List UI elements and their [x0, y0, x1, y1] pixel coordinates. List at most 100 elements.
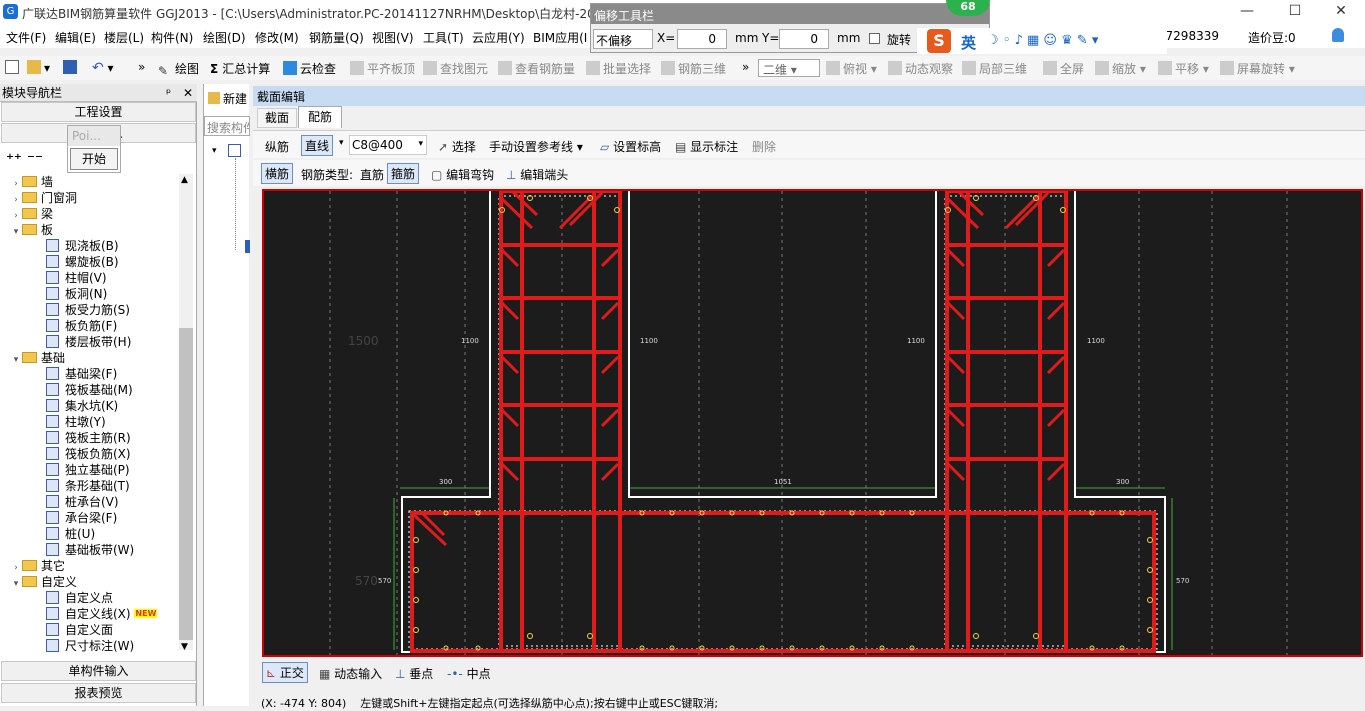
menu-floor[interactable]: 楼层(L) [104, 29, 144, 46]
ime-lang[interactable]: 英 [961, 32, 976, 53]
tree-leaf-5[interactable]: 螺旋板(B) [0, 254, 175, 270]
tree-leaf-4[interactable]: 现浇板(B) [0, 238, 175, 254]
offset-mode-select[interactable]: 不偏移 [593, 29, 653, 49]
menu-edit[interactable]: 编辑(E) [55, 29, 96, 46]
pin-icon[interactable]: ᵖ [166, 84, 171, 102]
tree-leaf-22[interactable]: 桩(U) [0, 526, 175, 542]
expand-tree-icon[interactable]: ▾ [212, 146, 217, 156]
view-button[interactable]: 俯视 ▾ [826, 60, 877, 77]
stirrup-button[interactable]: 箍筋 [387, 163, 420, 184]
scroll-up-icon[interactable]: ▲ [181, 175, 188, 185]
perpendicular-button[interactable]: ⊥ 垂点 [395, 665, 433, 682]
section-drawing[interactable]: 1100 1100 1100 1100 300 1051 300 570 570… [264, 191, 1361, 655]
rotate-checkbox[interactable] [869, 33, 880, 44]
tree-folder-25[interactable]: ▾ 自定义 [0, 574, 175, 590]
expand-all-icon[interactable]: ⁺⁺ ⁻⁻ [6, 150, 43, 168]
tree-scrollbar-thumb[interactable] [179, 328, 193, 640]
tab-reinforcement[interactable]: 配筋 [298, 106, 342, 128]
tree-leaf-28[interactable]: 自定义面 [0, 622, 175, 638]
show-label-button[interactable]: ▤ 显示标注 [675, 138, 738, 155]
start-button[interactable]: 开始 [70, 148, 118, 170]
tree-leaf-20[interactable]: 桩承台(V) [0, 494, 175, 510]
pan-button[interactable]: 平移 ▾ [1158, 60, 1209, 77]
tree-leaf-18[interactable]: 独立基础(P) [0, 462, 175, 478]
rebar-spec-select[interactable]: C8@400 ▾ [349, 135, 427, 155]
menu-view[interactable]: 视图(V) [372, 29, 414, 46]
minimize-button[interactable]: — [1224, 0, 1270, 22]
close-button[interactable]: ✕ [1318, 0, 1364, 22]
x-input[interactable]: 0 [677, 29, 727, 49]
menu-rebar-qty[interactable]: 钢筋量(Q) [309, 29, 364, 46]
menu-component[interactable]: 构件(N) [151, 29, 193, 46]
tree-leaf-7[interactable]: 板洞(N) [0, 286, 175, 302]
tree-folder-1[interactable]: › 门窗洞 [0, 190, 175, 206]
ortho-button[interactable]: ⊾ 正交 [262, 662, 308, 683]
edit-hook-button[interactable]: ▢ 编辑弯钩 [431, 166, 494, 183]
line-mode-dropdown-icon[interactable]: ▾ [339, 138, 344, 148]
tree-leaf-16[interactable]: 筏板主筋(R) [0, 430, 175, 446]
more-chevron-icon-2[interactable]: » [742, 60, 749, 74]
line-mode-button[interactable]: 直线 [301, 135, 334, 156]
menu-draw[interactable]: 绘图(D) [203, 29, 246, 46]
y-input[interactable]: 0 [779, 29, 829, 49]
tree-leaf-29[interactable]: 尺寸标注(W) [0, 638, 175, 654]
find-element-button[interactable]: 查找图元 [423, 60, 488, 77]
tab-section[interactable]: 截面 [257, 108, 297, 128]
sum-calc-button[interactable]: Σ 汇总计算 [210, 60, 270, 77]
more-chevron-icon[interactable]: » [138, 60, 145, 74]
select-button[interactable]: ➚ 选择 [438, 138, 476, 155]
close-icon[interactable]: ✕ [183, 84, 193, 102]
long-rebar-button[interactable]: 纵筋 [265, 138, 289, 155]
fullscreen-button[interactable]: 全屏 [1043, 60, 1084, 77]
tree-leaf-17[interactable]: 筏板负筋(X) [0, 446, 175, 462]
menu-file[interactable]: 文件(F) [6, 29, 46, 46]
manual-ref-line-button[interactable]: 手动设置参考线 ▾ [489, 138, 583, 155]
open-folder-icon[interactable]: ▾ [27, 60, 50, 75]
dimension-select[interactable]: 二维 ▾ [758, 59, 820, 77]
tree-leaf-12[interactable]: 基础梁(F) [0, 366, 175, 382]
dynamic-observe-button[interactable]: 动态观察 [888, 60, 953, 77]
drawing-canvas[interactable]: 1100 1100 1100 1100 300 1051 300 570 570… [262, 189, 1363, 657]
tree-folder-24[interactable]: › 其它 [0, 558, 175, 574]
new-file-icon[interactable] [5, 60, 22, 75]
tree-leaf-26[interactable]: 自定义点 [0, 590, 175, 606]
tree-folder-2[interactable]: › 梁 [0, 206, 175, 222]
save-icon[interactable] [63, 60, 80, 75]
tree-leaf-19[interactable]: 条形基础(T) [0, 478, 175, 494]
align-slab-button[interactable]: 平齐板顶 [350, 60, 415, 77]
rotate-screen-button[interactable]: 屏幕旋转 ▾ [1220, 60, 1295, 77]
component-search-input[interactable]: 搜索构件 [204, 116, 250, 136]
delete-button[interactable]: 删除 [752, 138, 776, 155]
bell-icon[interactable] [1332, 28, 1344, 42]
menu-tools[interactable]: 工具(T) [423, 29, 464, 46]
report-preview-button[interactable]: 报表预览 [1, 683, 196, 703]
local-3d-button[interactable]: 局部三维 [962, 60, 1027, 77]
trans-rebar-button[interactable]: 横筋 [261, 163, 294, 184]
tree-leaf-21[interactable]: 承台梁(F) [0, 510, 175, 526]
rebar-3d-button[interactable]: 钢筋三维 [661, 60, 726, 77]
sogou-icon[interactable]: S [927, 29, 951, 53]
midpoint-button[interactable]: -•- 中点 [447, 665, 491, 682]
tree-leaf-14[interactable]: 集水坑(K) [0, 398, 175, 414]
tree-leaf-8[interactable]: 板受力筋(S) [0, 302, 175, 318]
tree-folder-3[interactable]: ▾ 板 [0, 222, 175, 238]
undo-icon[interactable]: ↶ ▾ [92, 60, 114, 76]
tree-leaf-6[interactable]: 柱帽(V) [0, 270, 175, 286]
tree-leaf-27[interactable]: 自定义线(X) NEW [0, 606, 175, 622]
tree-leaf-13[interactable]: 筏板基础(M) [0, 382, 175, 398]
tree-leaf-10[interactable]: 楼层板带(H) [0, 334, 175, 350]
draw-button[interactable]: ✎ 绘图 [158, 60, 199, 78]
single-input-button[interactable]: 单构件输入 [1, 661, 196, 681]
dynamic-input-button[interactable]: ▦ 动态输入 [319, 665, 382, 682]
tree-leaf-23[interactable]: 基础板带(W) [0, 542, 175, 558]
cloud-check-button[interactable]: 云检查 [283, 60, 336, 77]
cost-beans[interactable]: 造价豆:0 [1248, 29, 1296, 46]
tree-folder-11[interactable]: ▾ 基础 [0, 350, 175, 366]
new-component-button[interactable]: 新建 [208, 90, 247, 107]
tree-folder-0[interactable]: › 墙 [0, 174, 175, 190]
straight-rebar-button[interactable]: 直筋 [360, 166, 384, 183]
menu-bim[interactable]: BIM应用(I [533, 29, 587, 46]
edit-end-button[interactable]: ⊥ 编辑端头 [506, 166, 568, 183]
menu-modify[interactable]: 修改(M) [255, 29, 299, 46]
project-setting-button[interactable]: 工程设置 [1, 102, 196, 122]
